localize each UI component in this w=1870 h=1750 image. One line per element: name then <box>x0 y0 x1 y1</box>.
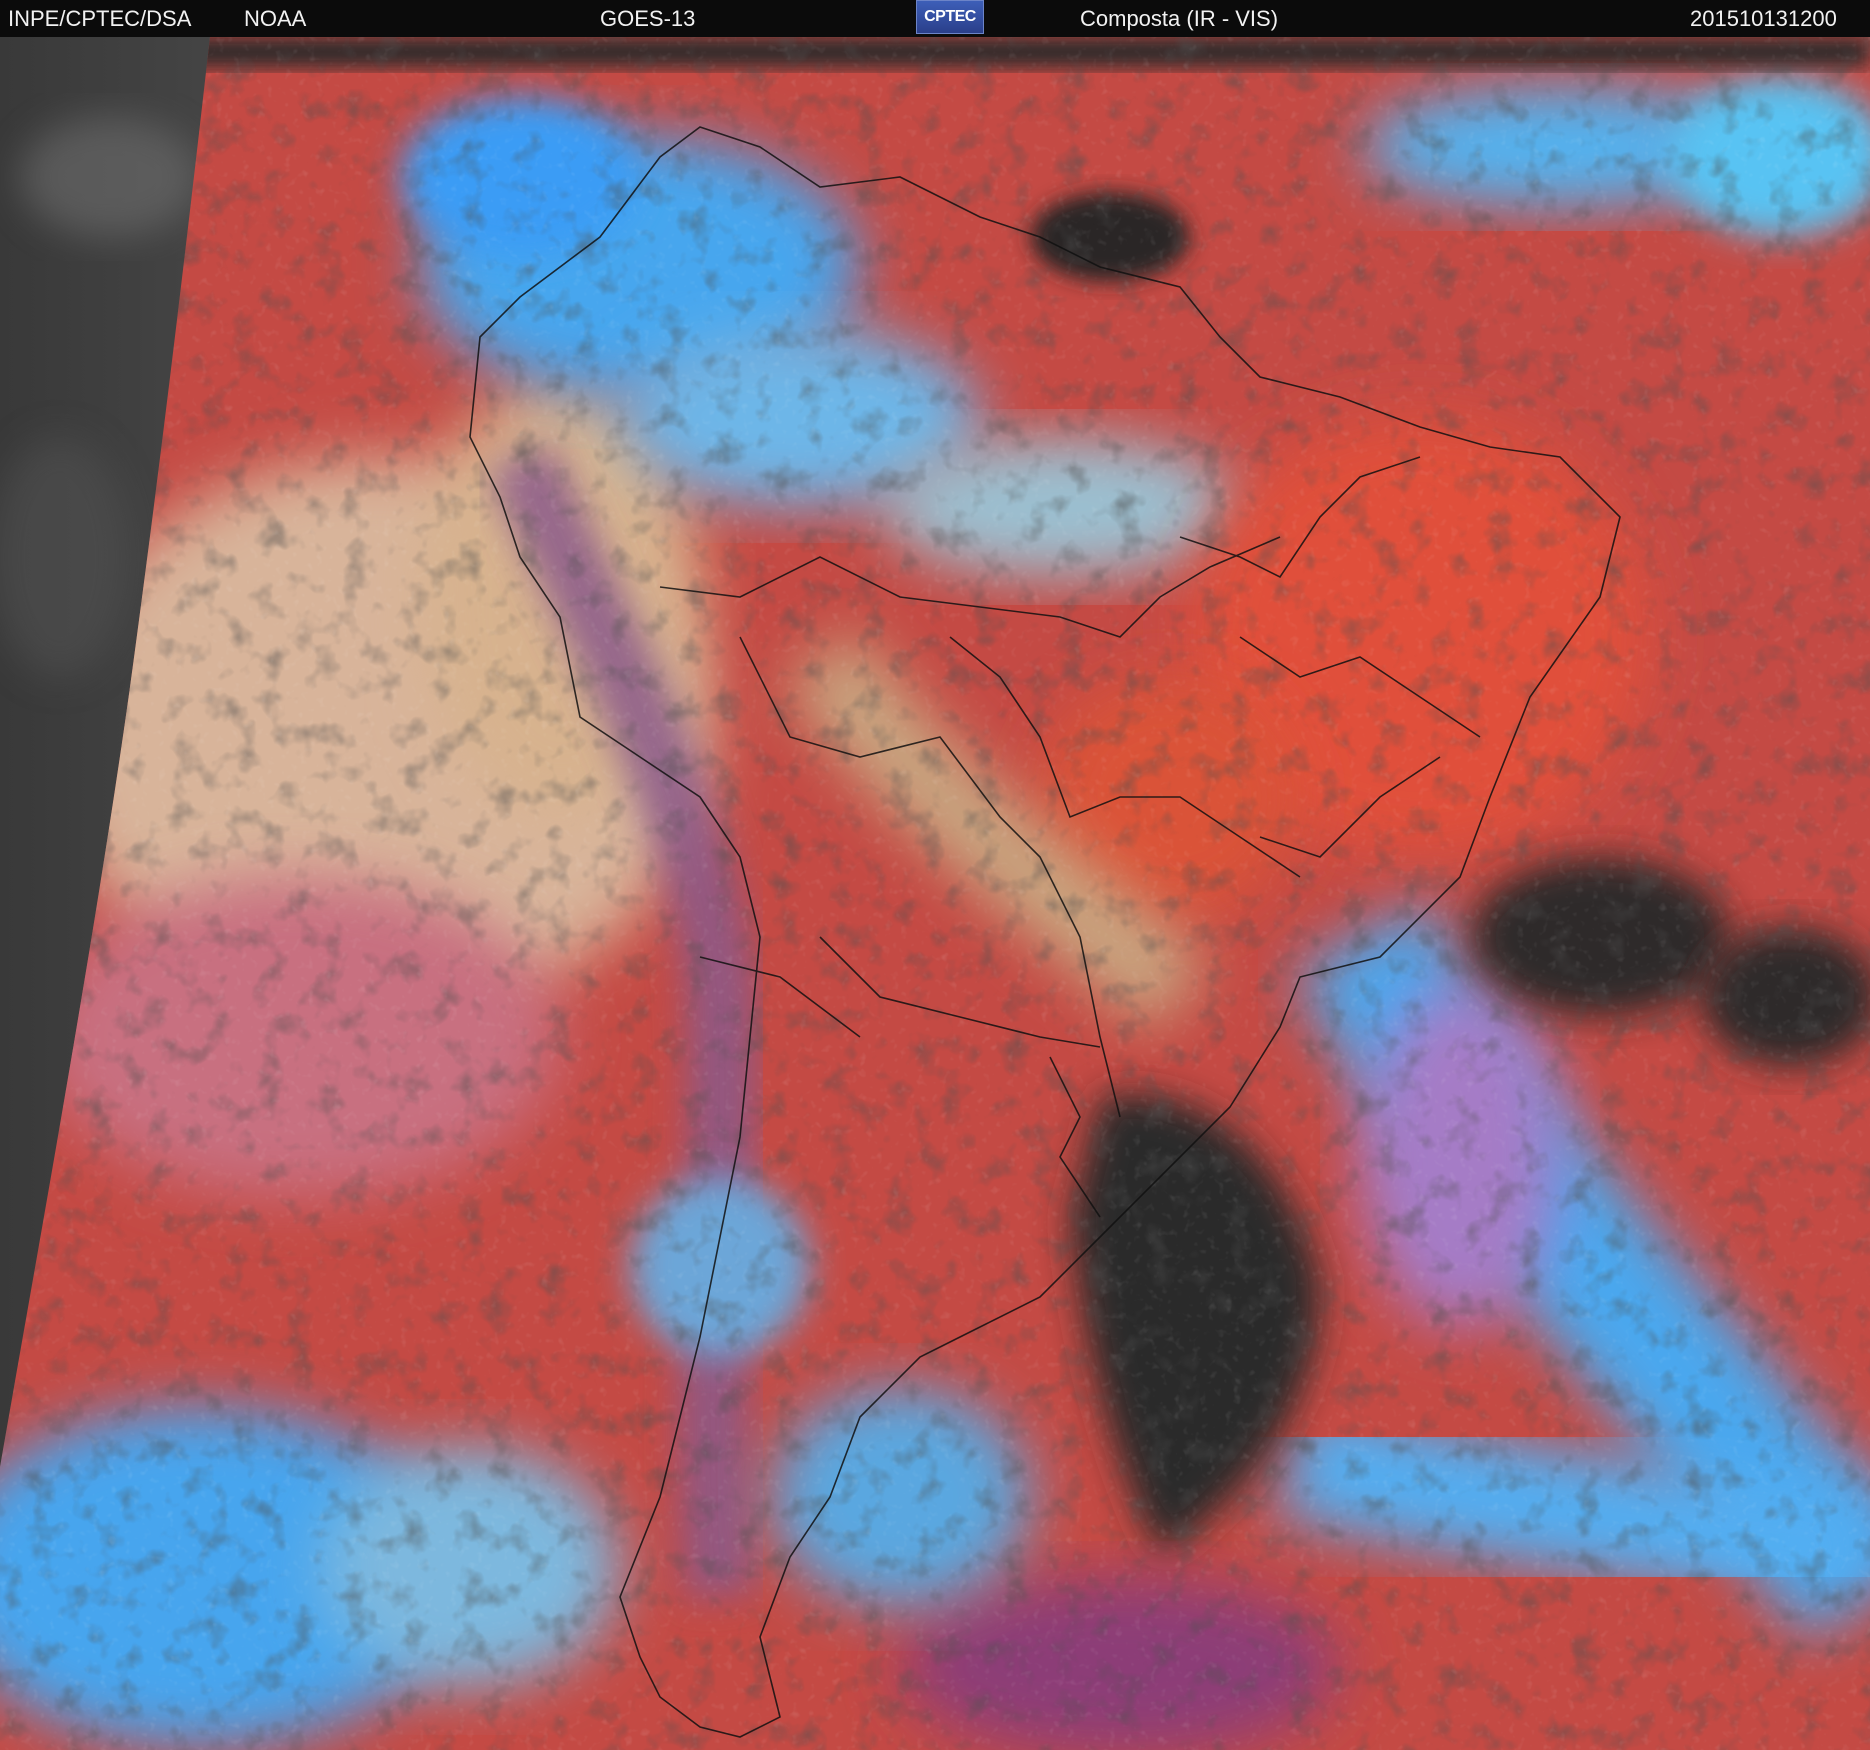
agency-label: INPE/CPTEC/DSA <box>8 6 192 31</box>
product-label: Composta (IR - VIS) <box>1080 6 1279 31</box>
satellite-viewer: INPE/CPTEC/DSA NOAA GOES-13 CPTEC Compos… <box>0 0 1870 1750</box>
timestamp-label: 201510131200 <box>1690 6 1837 31</box>
image-header-bar: INPE/CPTEC/DSA NOAA GOES-13 CPTEC Compos… <box>0 0 1870 37</box>
satellite-label: GOES-13 <box>600 6 696 31</box>
satellite-composite-image <box>0 37 1870 1750</box>
source-label: NOAA <box>244 6 307 31</box>
cptec-logo: CPTEC <box>916 0 984 34</box>
